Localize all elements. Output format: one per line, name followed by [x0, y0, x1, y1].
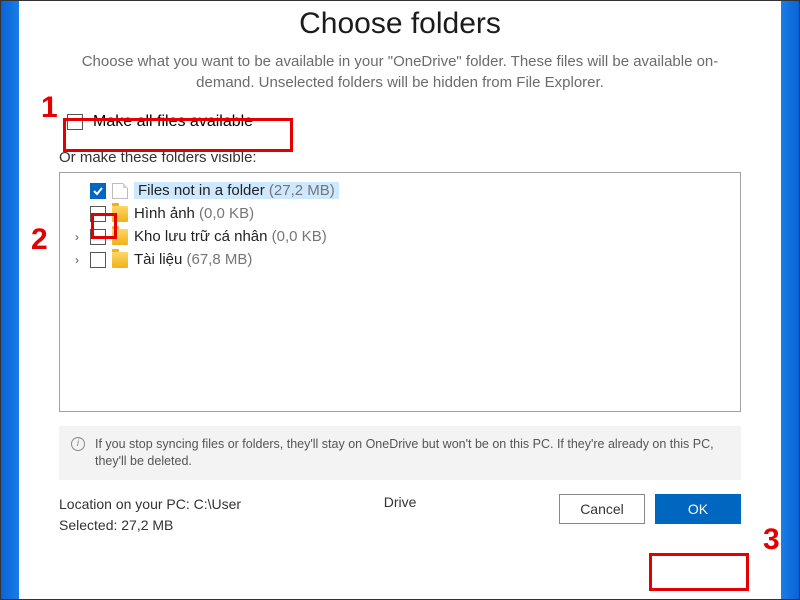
cancel-button[interactable]: Cancel: [559, 494, 645, 524]
folder-label: Kho lưu trữ cá nhân (0,0 KB): [134, 228, 327, 245]
folder-checkbox[interactable]: [90, 183, 106, 199]
folder-size: (67,8 MB): [187, 251, 253, 268]
folder-label: Files not in a folder (27,2 MB): [134, 182, 339, 199]
folder-icon: [112, 252, 128, 268]
tree-row[interactable]: Hình ảnh (0,0 KB): [68, 202, 732, 225]
folder-checkbox[interactable]: [90, 229, 106, 245]
selected-size-label: Selected: 27,2 MB: [59, 515, 241, 536]
make-all-files-row[interactable]: Make all files available: [59, 107, 294, 137]
folder-size: (0,0 KB): [272, 228, 327, 245]
cancel-button-label: Cancel: [580, 501, 624, 517]
folder-checkbox[interactable]: [90, 206, 106, 222]
window-edge-right: [781, 1, 799, 599]
folder-checkbox[interactable]: [90, 252, 106, 268]
folder-size: (0,0 KB): [199, 205, 254, 222]
folder-size: (27,2 MB): [269, 182, 335, 199]
drive-label: Drive: [384, 494, 417, 510]
make-all-files-checkbox[interactable]: [67, 114, 83, 130]
info-text: If you stop syncing files or folders, th…: [95, 436, 729, 470]
choose-folders-dialog: Choose folders Choose what you want to b…: [19, 1, 781, 599]
folder-label: Tài liệu (67,8 MB): [134, 251, 252, 268]
info-banner: i If you stop syncing files or folders, …: [59, 426, 741, 480]
file-icon: [112, 183, 128, 199]
ok-button[interactable]: OK: [655, 494, 741, 524]
tree-row[interactable]: Files not in a folder (27,2 MB): [68, 179, 732, 202]
expander-icon[interactable]: ›: [70, 253, 84, 267]
folder-tree[interactable]: Files not in a folder (27,2 MB) Hình ảnh …: [59, 172, 741, 412]
dialog-footer: Location on your PC: C:\User Selected: 2…: [59, 494, 741, 536]
expander-icon[interactable]: ›: [70, 230, 84, 244]
tree-row[interactable]: › Tài liệu (67,8 MB): [68, 248, 732, 271]
folder-icon: [112, 206, 128, 222]
dialog-title: Choose folders: [59, 7, 741, 41]
info-icon: i: [71, 437, 85, 451]
folder-icon: [112, 229, 128, 245]
window-edge-left: [1, 1, 19, 599]
folder-label: Hình ảnh (0,0 KB): [134, 205, 254, 222]
make-all-files-label: Make all files available: [93, 113, 253, 131]
tree-row[interactable]: › Kho lưu trữ cá nhân (0,0 KB): [68, 225, 732, 248]
visible-folders-label: Or make these folders visible:: [59, 149, 741, 166]
dialog-subtitle: Choose what you want to be available in …: [80, 51, 720, 93]
footer-info: Location on your PC: C:\User Selected: 2…: [59, 494, 241, 536]
ok-button-label: OK: [688, 501, 708, 517]
location-label: Location on your PC: C:\User: [59, 494, 241, 515]
